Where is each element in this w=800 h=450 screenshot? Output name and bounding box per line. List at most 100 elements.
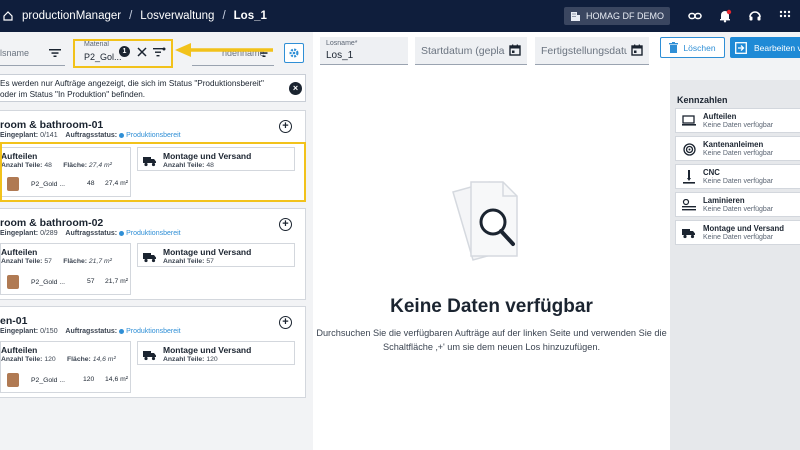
- breadcrumb-app[interactable]: productionManager: [22, 10, 121, 22]
- add-order-button[interactable]: +: [279, 120, 292, 133]
- batch-name-value: Los_1: [326, 50, 354, 61]
- empty-desc-line: Durchsuchen Sie die verfügbaren Aufträge…: [316, 328, 667, 338]
- material-row: P2_Gold ...: [7, 274, 65, 290]
- kpi-item-title: Montage und Versand: [703, 224, 785, 233]
- planned-value: 0/141: [40, 132, 58, 139]
- cut-step-card: Aufteilen Anzahl Teile: 120 Fläche: 14,6…: [0, 341, 131, 393]
- calendar-icon[interactable]: [509, 43, 521, 61]
- cnc-icon: [682, 170, 696, 184]
- kpi-panel: Löschen Bearbeiten ve Kennzahlen Aufteil…: [660, 32, 800, 450]
- add-order-button[interactable]: +: [279, 218, 292, 231]
- status-label: Auftragsstatus:: [65, 328, 118, 335]
- kpi-item-aufteilen[interactable]: Aufteilen Keine Daten verfügbar: [675, 108, 800, 133]
- info-text: Es werden nur Aufträge angezeigt, die si…: [0, 79, 264, 99]
- order-title: room & bathroom-01: [0, 119, 104, 131]
- filter-icon[interactable]: [47, 45, 63, 61]
- step-title: Aufteilen: [1, 345, 38, 355]
- material-count: 57: [87, 278, 95, 285]
- kpi-item-kantenanleimen[interactable]: Kantenanleimen Keine Daten verfügbar: [675, 136, 800, 161]
- start-date-field[interactable]: Startdatum (geplant): [415, 37, 527, 65]
- kpi-item-sub: Keine Daten verfügbar: [703, 206, 774, 213]
- settings-gear-button[interactable]: [284, 43, 304, 63]
- delete-button[interactable]: Löschen: [660, 37, 725, 58]
- annotation-arrow: [175, 43, 273, 57]
- add-order-button[interactable]: +: [279, 316, 292, 329]
- planned-label: Eingeplant:: [0, 132, 39, 139]
- shipping-step-card: Montage und Versand Anzahl Teile: 120: [137, 341, 295, 365]
- material-name: P2_Gold ...: [31, 376, 66, 384]
- kpi-item-sub: Keine Daten verfügbar: [703, 234, 774, 241]
- shipping-step-card: Montage und Versand Anzahl Teile: 57: [137, 243, 295, 267]
- parts-label: Anzahl Teile:: [163, 356, 205, 363]
- breadcrumb-section[interactable]: Losverwaltung: [140, 10, 214, 22]
- edit-button[interactable]: Bearbeiten ve: [730, 37, 800, 58]
- breadcrumb: productionManager / Losverwaltung / Los_…: [0, 8, 267, 24]
- status-dot: [119, 132, 125, 138]
- home-icon[interactable]: [0, 8, 16, 24]
- order-card: en-01 Eingeplant: 0/150 Auftragsstatus: P…: [0, 306, 306, 398]
- edit-label: Bearbeiten ve: [754, 42, 800, 53]
- edge-roll-icon: [682, 142, 696, 156]
- kpi-item-montage-versand[interactable]: Montage und Versand Keine Daten verfügba…: [675, 220, 800, 245]
- grid-menu-icon[interactable]: [770, 0, 800, 32]
- calendar-icon[interactable]: [631, 43, 643, 61]
- step-title: Montage und Versand: [163, 345, 252, 355]
- gear-icon: [289, 48, 299, 58]
- step-meta: Anzahl Teile: 57: [163, 258, 214, 265]
- kpi-item-title: Aufteilen: [703, 112, 737, 121]
- breadcrumb-current: Los_1: [233, 10, 267, 22]
- kpi-item-sub: Keine Daten verfügbar: [703, 122, 774, 129]
- kpi-item-cnc[interactable]: CNC Keine Daten verfügbar: [675, 164, 800, 189]
- cut-step-card: Aufteilen Anzahl Teile: 57 Fläche: 21,7 …: [0, 243, 131, 295]
- batch-detail-panel: Losname* Los_1 Startdatum (geplant) Fert…: [313, 32, 670, 450]
- status-value: Produktionsbereit: [126, 328, 181, 335]
- parts-label: Anzahl Teile:: [1, 258, 43, 265]
- area-value: 21,7 m²: [88, 258, 112, 265]
- trash-icon: [669, 42, 679, 53]
- start-date-placeholder: Startdatum (geplant): [421, 45, 505, 57]
- status-label: Auftragsstatus:: [65, 132, 118, 139]
- order-title: en-01: [0, 315, 28, 327]
- batch-name-field[interactable]: Losname* Los_1: [320, 37, 408, 65]
- link-icon[interactable]: [680, 0, 710, 32]
- planned-label: Eingeplant:: [0, 230, 39, 237]
- parts-value: 57: [206, 258, 214, 265]
- order-meta: Eingeplant: 0/141 Auftragsstatus: Produkt…: [0, 132, 181, 139]
- support-headset-icon[interactable]: [740, 0, 770, 32]
- edit-arrow-icon: [735, 41, 747, 54]
- material-row: P2_Gold ...: [7, 372, 65, 388]
- kpi-item-sub: Keine Daten verfügbar: [703, 178, 774, 185]
- order-card: room & bathroom-02 Eingeplant: 0/289 Auf…: [0, 208, 306, 300]
- area-label: Fläche:: [63, 258, 88, 265]
- step-title: Montage und Versand: [163, 247, 252, 257]
- laminate-icon: [682, 198, 696, 212]
- kpi-title: Kennzahlen: [677, 95, 728, 105]
- parts-label: Anzahl Teile:: [163, 258, 205, 265]
- order-meta: Eingeplant: 0/150 Auftragsstatus: Produkt…: [0, 328, 181, 335]
- highlight-box: [73, 39, 173, 68]
- end-date-field[interactable]: Fertigstellungsdatum: [535, 37, 649, 65]
- material-area: 14,6 m²: [105, 376, 129, 383]
- close-icon[interactable]: ×: [289, 82, 302, 95]
- truck-icon: [682, 226, 696, 240]
- kpi-item-title: Kantenanleimen: [703, 140, 764, 149]
- status-dot: [119, 328, 125, 334]
- area-value: 14,6 m²: [92, 356, 116, 363]
- end-date-placeholder: Fertigstellungsdatum: [541, 45, 627, 57]
- step-meta: Anzahl Teile: 57 Fläche: 21,7 m²: [1, 258, 112, 265]
- breadcrumb-separator: /: [129, 10, 133, 22]
- empty-search-document-icon: [452, 181, 518, 261]
- notification-bell-icon[interactable]: [710, 0, 740, 32]
- kpi-section: Kennzahlen Aufteilen Keine Daten verfügb…: [670, 80, 800, 450]
- empty-state-description: Durchsuchen Sie die verfügbaren Aufträge…: [313, 326, 670, 354]
- batch-name-label: Losname*: [326, 40, 358, 47]
- tenant-selector[interactable]: HOMAG DF DEMO: [564, 7, 670, 25]
- saw-icon: [682, 114, 696, 128]
- order-list-panel: lsname Material P2_Gol... 1 ndenname Es …: [0, 32, 424, 450]
- order-name-placeholder: lsname: [0, 48, 30, 58]
- building-icon: [571, 12, 580, 21]
- parts-value: 120: [44, 356, 56, 363]
- status-label: Auftragsstatus:: [65, 230, 118, 237]
- tenant-name: HOMAG DF DEMO: [586, 11, 664, 21]
- kpi-item-laminieren[interactable]: Laminieren Keine Daten verfügbar: [675, 192, 800, 217]
